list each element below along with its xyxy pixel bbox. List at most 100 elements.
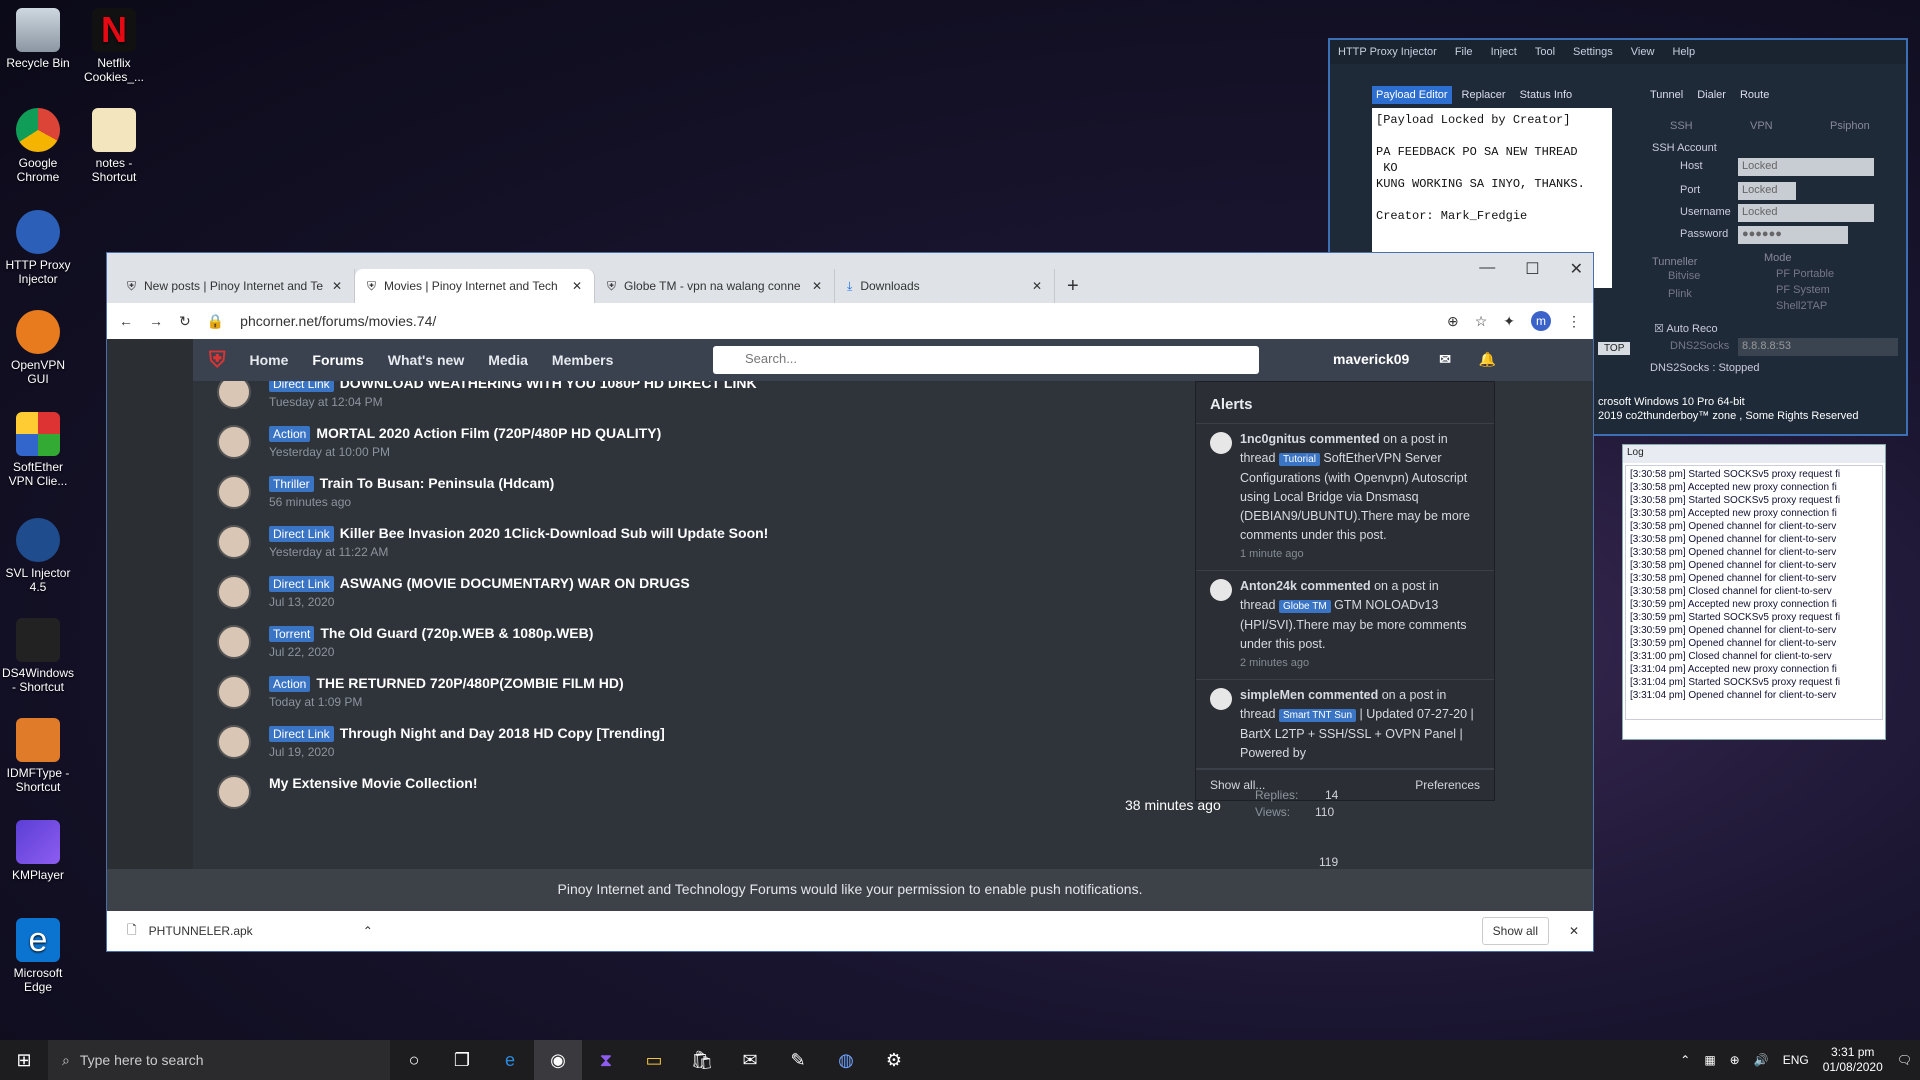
radio-plink[interactable]: Plink bbox=[1668, 288, 1692, 300]
tab-dialer[interactable]: Dialer bbox=[1693, 86, 1730, 104]
network-icon[interactable]: ⊕ bbox=[1730, 1053, 1740, 1067]
table-row[interactable]: Action MORTAL 2020 Action Film (720P/480P… bbox=[209, 417, 1169, 467]
table-row[interactable]: Direct Link ASWANG (MOVIE DOCUMENTARY) WA… bbox=[209, 567, 1169, 617]
http-injector-taskbar-icon[interactable]: ◍ bbox=[822, 1040, 870, 1080]
thread-title[interactable]: Direct Link Through Night and Day 2018 HD… bbox=[269, 725, 665, 742]
desktop-icon-idm[interactable]: IDMFType - Shortcut bbox=[0, 718, 76, 794]
table-row[interactable]: Action THE RETURNED 720P/480P(ZOMBIE FILM… bbox=[209, 667, 1169, 717]
alert-text[interactable]: | Updated 07-27-20 | BartX L2TP + SSH/SS… bbox=[1240, 707, 1474, 760]
taskbar-search[interactable]: ⌕ Type here to search bbox=[48, 1040, 390, 1080]
profile-avatar[interactable]: m bbox=[1531, 311, 1551, 331]
nav-home[interactable]: Home bbox=[250, 352, 289, 368]
tray-apps-icon[interactable]: ▦ bbox=[1704, 1053, 1715, 1067]
thread-title[interactable]: Action MORTAL 2020 Action Film (720P/480P… bbox=[269, 425, 661, 442]
thread-prefix[interactable]: Action bbox=[269, 426, 311, 442]
reload-icon[interactable]: ↻ bbox=[179, 313, 191, 330]
avatar[interactable] bbox=[217, 425, 251, 459]
tab-replacer[interactable]: Replacer bbox=[1458, 86, 1510, 104]
menu-tool[interactable]: Tool bbox=[1535, 46, 1555, 58]
alert-user[interactable]: Anton24k bbox=[1240, 579, 1297, 593]
alert-text[interactable]: SoftEtherVPN Server Configurations (with… bbox=[1240, 451, 1470, 542]
chevron-up-icon[interactable]: ⌃ bbox=[363, 924, 373, 938]
thread-prefix[interactable]: Direct Link bbox=[269, 726, 334, 742]
chrome-taskbar-icon[interactable]: ◉ bbox=[534, 1040, 582, 1080]
alert-user[interactable]: simpleMen bbox=[1240, 688, 1305, 702]
store-icon[interactable]: 🛍 bbox=[678, 1040, 726, 1080]
language-indicator[interactable]: ENG bbox=[1783, 1053, 1809, 1067]
new-tab-button[interactable]: + bbox=[1055, 269, 1095, 303]
radio-pf-portable[interactable]: PF Portable bbox=[1776, 268, 1834, 280]
clock[interactable]: 3:31 pm 01/08/2020 bbox=[1823, 1045, 1883, 1075]
thread-title[interactable]: Torrent The Old Guard (720p.WEB & 1080p.W… bbox=[269, 625, 593, 642]
bell-icon[interactable]: 🔔 bbox=[1479, 351, 1496, 367]
stop-button[interactable]: TOP bbox=[1598, 342, 1631, 355]
port-field[interactable]: Locked bbox=[1738, 182, 1796, 200]
thread-prefix[interactable]: Direct Link bbox=[269, 576, 334, 592]
volume-icon[interactable]: 🔊 bbox=[1754, 1053, 1769, 1067]
task-view-icon[interactable]: ❐ bbox=[438, 1040, 486, 1080]
list-item[interactable]: Anton24k commented on a post in thread G… bbox=[1196, 571, 1494, 680]
tab-route[interactable]: Route bbox=[1736, 86, 1773, 104]
notifications-icon[interactable]: 🗨 bbox=[1897, 1053, 1912, 1067]
desktop-icon-http-proxy[interactable]: HTTP Proxy Injector bbox=[0, 210, 76, 286]
list-item[interactable]: simpleMen commented on a post in thread … bbox=[1196, 680, 1494, 770]
close-icon[interactable]: ✕ bbox=[812, 279, 822, 293]
chevron-up-icon[interactable]: ⌃ bbox=[1680, 1053, 1690, 1067]
tab-movies[interactable]: ⛨ Movies | Pinoy Internet and Tech ✕ bbox=[355, 269, 595, 303]
avatar[interactable] bbox=[217, 381, 251, 409]
forward-icon[interactable]: → bbox=[149, 313, 163, 329]
thread-title[interactable]: Direct Link ASWANG (MOVIE DOCUMENTARY) WA… bbox=[269, 575, 690, 592]
desktop-icon-openvpn[interactable]: OpenVPN GUI bbox=[0, 310, 76, 386]
menu-view[interactable]: View bbox=[1631, 46, 1655, 58]
radio-shell2tap[interactable]: Shell2TAP bbox=[1776, 300, 1827, 312]
visual-studio-icon[interactable]: ⧗ bbox=[582, 1040, 630, 1080]
desktop-icon-notes[interactable]: notes - Shortcut bbox=[76, 108, 152, 184]
desktop-icon-edge[interactable]: e Microsoft Edge bbox=[0, 918, 76, 994]
radio-vpn[interactable]: VPN bbox=[1750, 120, 1773, 132]
thread-title[interactable]: Thriller Train To Busan: Peninsula (Hdcam… bbox=[269, 475, 554, 492]
download-show-all[interactable]: Show all bbox=[1481, 917, 1549, 945]
username-field[interactable]: Locked bbox=[1738, 204, 1874, 222]
extensions-icon[interactable]: ✦ bbox=[1503, 313, 1515, 330]
close-window-icon[interactable]: ✕ bbox=[1570, 259, 1583, 279]
cortana-icon[interactable]: ○ bbox=[390, 1040, 438, 1080]
avatar[interactable] bbox=[217, 625, 251, 659]
minimize-icon[interactable]: — bbox=[1479, 259, 1495, 279]
menu-kebab-icon[interactable]: ⋮ bbox=[1567, 313, 1581, 330]
install-icon[interactable]: ⊕ bbox=[1447, 313, 1459, 330]
url-input[interactable]: phcorner.net/forums/movies.74/ bbox=[240, 313, 1431, 329]
password-field[interactable]: ●●●●●● bbox=[1738, 226, 1848, 244]
thread-title[interactable]: Action THE RETURNED 720P/480P(ZOMBIE FILM… bbox=[269, 675, 624, 692]
close-icon[interactable]: ✕ bbox=[1032, 279, 1042, 293]
file-explorer-icon[interactable]: ▭ bbox=[630, 1040, 678, 1080]
maximize-icon[interactable]: ☐ bbox=[1525, 259, 1539, 279]
table-row[interactable]: Direct Link Killer Bee Invasion 2020 1Cli… bbox=[209, 517, 1169, 567]
nav-whats-new[interactable]: What's new bbox=[388, 352, 464, 368]
thread-title[interactable]: Direct Link Killer Bee Invasion 2020 1Cli… bbox=[269, 525, 768, 542]
close-download-bar-icon[interactable]: ✕ bbox=[1569, 924, 1579, 938]
table-row[interactable]: Direct Link DOWNLOAD WEATHERING WITH YOU … bbox=[209, 381, 1169, 417]
table-row[interactable]: Thriller Train To Busan: Peninsula (Hdcam… bbox=[209, 467, 1169, 517]
alert-user[interactable]: 1nc0gnitus bbox=[1240, 432, 1306, 446]
avatar[interactable] bbox=[217, 775, 251, 809]
tab-new-posts[interactable]: ⛨ New posts | Pinoy Internet and Te ✕ bbox=[115, 269, 355, 303]
avatar[interactable] bbox=[1210, 579, 1232, 601]
thread-prefix[interactable]: Direct Link bbox=[269, 526, 334, 542]
user-menu[interactable]: maverick09 ✉ 🔔 bbox=[1333, 351, 1496, 368]
bookmark-star-icon[interactable]: ☆ bbox=[1475, 313, 1488, 330]
inbox-icon[interactable]: ✉ bbox=[1439, 351, 1451, 367]
radio-bitvise[interactable]: Bitvise bbox=[1668, 270, 1700, 282]
desktop-icon-kmplayer[interactable]: KMPlayer bbox=[0, 820, 76, 882]
nav-media[interactable]: Media bbox=[488, 352, 528, 368]
desktop-icon-svl[interactable]: SVL Injector 4.5 bbox=[0, 518, 76, 594]
thread-title[interactable]: My Extensive Movie Collection! bbox=[269, 775, 478, 791]
tool-taskbar-icon[interactable]: ⚙ bbox=[870, 1040, 918, 1080]
list-item[interactable]: 1nc0gnitus commented on a post in thread… bbox=[1196, 424, 1494, 571]
host-field[interactable]: Locked bbox=[1738, 158, 1874, 176]
menu-settings[interactable]: Settings bbox=[1573, 46, 1613, 58]
avatar[interactable] bbox=[217, 525, 251, 559]
table-row[interactable]: Direct Link Through Night and Day 2018 HD… bbox=[209, 717, 1169, 767]
alerts-preferences[interactable]: Preferences bbox=[1415, 778, 1480, 792]
desktop-icon-softether[interactable]: SoftEther VPN Clie... bbox=[0, 412, 76, 488]
table-row[interactable]: My Extensive Movie Collection! bbox=[209, 767, 1169, 817]
